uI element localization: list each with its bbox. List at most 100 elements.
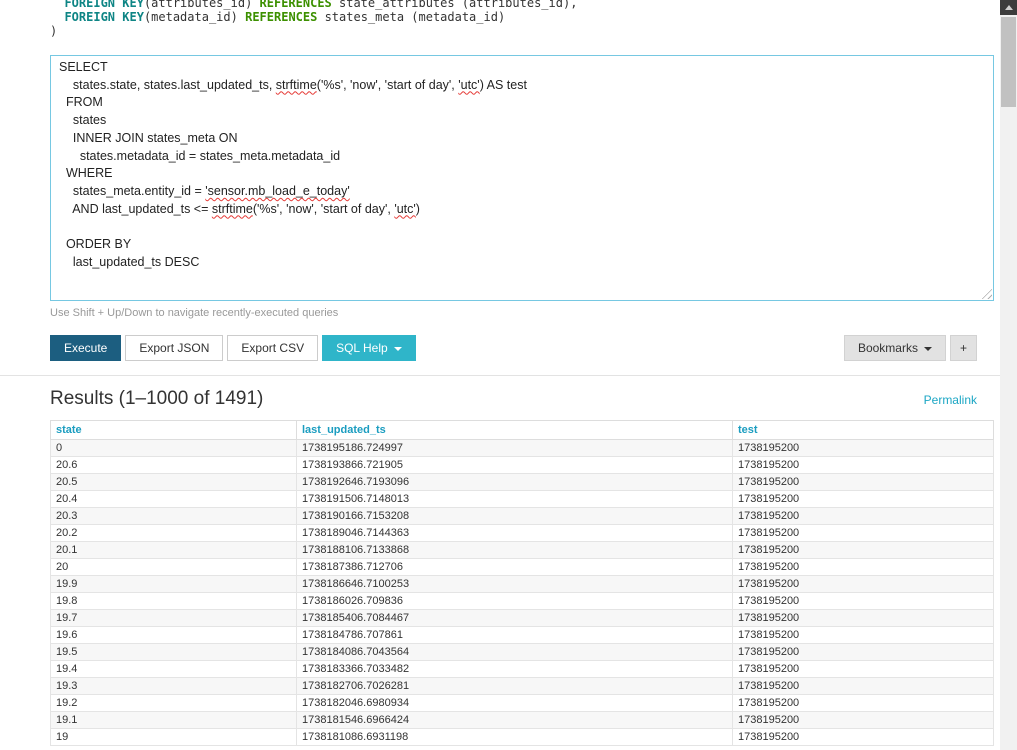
scrollbar-thumb[interactable] — [1001, 17, 1016, 107]
table-cell: 1738195200 — [733, 576, 994, 593]
misspelled-word: strftime — [276, 78, 317, 92]
table-cell: 20.4 — [51, 491, 297, 508]
table-cell: 1738195200 — [733, 508, 994, 525]
table-cell: 1738187386.712706 — [297, 559, 733, 576]
table-cell: 1738195200 — [733, 644, 994, 661]
table-row: 20.11738188106.71338681738195200 — [51, 542, 994, 559]
export-csv-button[interactable]: Export CSV — [227, 335, 318, 361]
table-head: statelast_updated_tstest — [51, 421, 994, 440]
bookmarks-label: Bookmarks — [858, 342, 918, 354]
permalink-link[interactable]: Permalink — [924, 393, 977, 407]
table-cell: 20.6 — [51, 457, 297, 474]
table-cell: 19.1 — [51, 712, 297, 729]
sqlite-web-page: FOREIGN KEY(attributes_id) REFERENCES st… — [0, 0, 1000, 750]
query-hint: Use Shift + Up/Down to navigate recently… — [50, 307, 338, 319]
table-row: 19.11738181546.69664241738195200 — [51, 712, 994, 729]
table-cell: 1738186646.7100253 — [297, 576, 733, 593]
table-header-row: statelast_updated_tstest — [51, 421, 994, 440]
bookmarks-button[interactable]: Bookmarks — [844, 335, 946, 361]
caret-down-icon — [394, 347, 402, 351]
table-row: 19.61738184786.7078611738195200 — [51, 627, 994, 644]
resize-handle-icon[interactable] — [979, 286, 992, 299]
table-cell: 1738195186.724997 — [297, 440, 733, 457]
table-cell: 20.2 — [51, 525, 297, 542]
table-cell: 19.8 — [51, 593, 297, 610]
table-row: 20.21738189046.71443631738195200 — [51, 525, 994, 542]
misspelled-word: 'utc' — [458, 78, 479, 92]
arrow-up-icon — [1005, 5, 1013, 10]
caret-down-icon — [924, 347, 932, 351]
results-title: Results (1–1000 of 1491) — [50, 388, 263, 410]
table-cell: 1738182046.6980934 — [297, 695, 733, 712]
table-cell: 1738184086.7043564 — [297, 644, 733, 661]
table-cell: 1738195200 — [733, 712, 994, 729]
table-cell: 1738183366.7033482 — [297, 661, 733, 678]
execute-button[interactable]: Execute — [50, 335, 121, 361]
table-cell: 1738188106.7133868 — [297, 542, 733, 559]
table-cell: 1738181546.6966424 — [297, 712, 733, 729]
table-cell: 1738193866.721905 — [297, 457, 733, 474]
table-cell: 1738185406.7084467 — [297, 610, 733, 627]
table-cell: 19 — [51, 729, 297, 746]
table-row: 20.51738192646.71930961738195200 — [51, 474, 994, 491]
table-cell: 1738191506.7148013 — [297, 491, 733, 508]
misspelled-word: 'utc' — [394, 202, 415, 216]
table-cell: 19.9 — [51, 576, 297, 593]
table-cell: 1738195200 — [733, 457, 994, 474]
table-cell: 19.4 — [51, 661, 297, 678]
column-header-last_updated_ts: last_updated_ts — [297, 421, 733, 440]
query-text: SELECT states.state, states.last_updated… — [59, 59, 985, 271]
toolbar: Execute Export JSON Export CSV SQL Help … — [50, 335, 977, 361]
table-row: 20.61738193866.7219051738195200 — [51, 457, 994, 474]
table-row: 201738187386.7127061738195200 — [51, 559, 994, 576]
table-row: 19.81738186026.7098361738195200 — [51, 593, 994, 610]
table-cell: 1738195200 — [733, 542, 994, 559]
query-editor[interactable]: SELECT states.state, states.last_updated… — [50, 55, 994, 301]
table-cell: 1738182706.7026281 — [297, 678, 733, 695]
vertical-scrollbar[interactable] — [1000, 0, 1017, 750]
table-row: 19.21738182046.69809341738195200 — [51, 695, 994, 712]
column-header-state: state — [51, 421, 297, 440]
table-cell: 1738195200 — [733, 474, 994, 491]
table-row: 01738195186.7249971738195200 — [51, 440, 994, 457]
sql-help-button[interactable]: SQL Help — [322, 335, 416, 361]
table-row: 191738181086.69311981738195200 — [51, 729, 994, 746]
column-header-test: test — [733, 421, 994, 440]
schema-preview: FOREIGN KEY(attributes_id) REFERENCES st… — [0, 0, 1000, 46]
table-cell: 1738186026.709836 — [297, 593, 733, 610]
divider — [0, 375, 1000, 376]
schema-line: ) — [50, 24, 1000, 38]
add-bookmark-button[interactable]: + — [950, 335, 977, 361]
table-cell: 0 — [51, 440, 297, 457]
table-cell: 19.2 — [51, 695, 297, 712]
export-json-button[interactable]: Export JSON — [125, 335, 223, 361]
table-row: 20.41738191506.71480131738195200 — [51, 491, 994, 508]
table-cell: 19.6 — [51, 627, 297, 644]
schema-line: FOREIGN KEY(attributes_id) REFERENCES st… — [50, 0, 1000, 10]
misspelled-word: 'sensor.mb_load_e_today' — [205, 184, 349, 198]
table-cell: 1738184786.707861 — [297, 627, 733, 644]
table-cell: 1738195200 — [733, 729, 994, 746]
table-cell: 1738190166.7153208 — [297, 508, 733, 525]
table-cell: 1738195200 — [733, 627, 994, 644]
table-cell: 1738195200 — [733, 440, 994, 457]
schema-sql-text: FOREIGN KEY(attributes_id) REFERENCES st… — [50, 0, 1000, 38]
table-row: 20.31738190166.71532081738195200 — [51, 508, 994, 525]
table-row: 19.41738183366.70334821738195200 — [51, 661, 994, 678]
scroll-up-button[interactable] — [1000, 0, 1017, 15]
table-cell: 19.5 — [51, 644, 297, 661]
table-cell: 1738195200 — [733, 491, 994, 508]
table-cell: 19.7 — [51, 610, 297, 627]
table-row: 19.91738186646.71002531738195200 — [51, 576, 994, 593]
results-table: statelast_updated_tstest 01738195186.724… — [50, 420, 994, 746]
table-cell: 1738195200 — [733, 610, 994, 627]
table-cell: 20 — [51, 559, 297, 576]
table-cell: 20.3 — [51, 508, 297, 525]
table-row: 19.31738182706.70262811738195200 — [51, 678, 994, 695]
table-cell: 1738195200 — [733, 525, 994, 542]
table-body: 01738195186.724997173819520020.617381938… — [51, 440, 994, 746]
table-row: 19.71738185406.70844671738195200 — [51, 610, 994, 627]
table-cell: 1738192646.7193096 — [297, 474, 733, 491]
table-cell: 1738181086.6931198 — [297, 729, 733, 746]
table-cell: 1738195200 — [733, 695, 994, 712]
